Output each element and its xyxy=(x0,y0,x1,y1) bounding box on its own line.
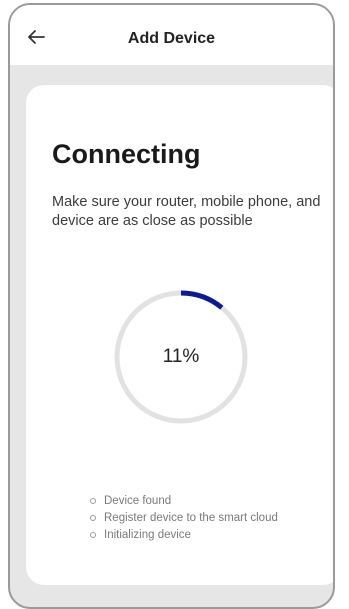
bullet-icon xyxy=(90,532,96,538)
connecting-title: Connecting xyxy=(52,139,201,169)
progress-ring: 11% xyxy=(113,289,249,425)
page-title: Add Device xyxy=(127,30,216,47)
step-label: Initializing device xyxy=(104,529,191,541)
connecting-instructions: Make sure your router, mobile phone, and… xyxy=(52,194,321,229)
step-initializing-device: Initializing device xyxy=(90,527,278,544)
connection-steps-list: Device found Register device to the smar… xyxy=(90,493,278,544)
step-device-found: Device found xyxy=(90,493,278,510)
app-header: Add Device xyxy=(10,5,333,65)
bullet-icon xyxy=(90,515,96,521)
phone-frame: Add Device Connecting Make sure your rou… xyxy=(8,3,335,609)
bullet-icon xyxy=(90,498,96,504)
step-register-device: Register device to the smart cloud xyxy=(90,510,278,527)
step-label: Device found xyxy=(104,495,172,507)
progress-percentage: 11% xyxy=(162,346,200,367)
connecting-card: Connecting Make sure your router, mobile… xyxy=(26,85,333,585)
step-label: Register device to the smart cloud xyxy=(104,512,278,524)
